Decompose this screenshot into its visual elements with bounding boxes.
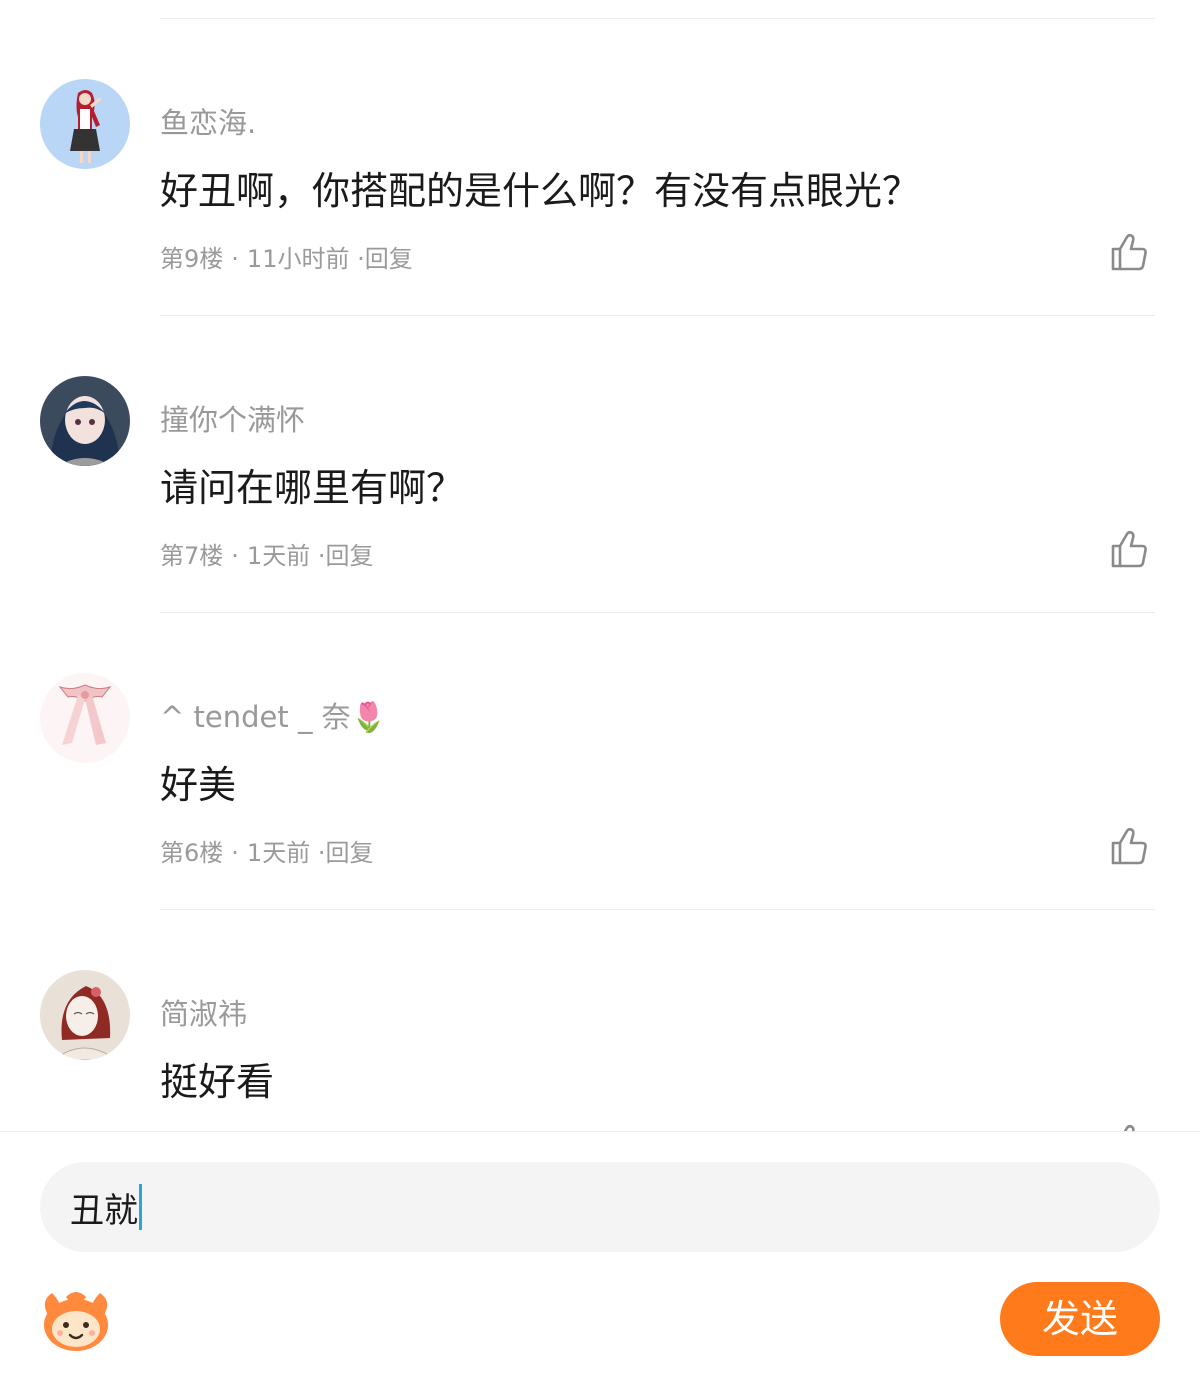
send-button[interactable]: 发送 [1000, 1282, 1160, 1356]
comment-item: 撞你个满怀 请问在哪里有啊？ 第7楼 · 1天前 ·回复 [0, 316, 1200, 613]
username[interactable]: 鱼恋海. [160, 105, 256, 141]
comment-meta: 第6楼 · 1天前 ·回复 [160, 837, 373, 869]
reply-link[interactable]: ·回复 [318, 839, 374, 867]
comment-item: ^ tendet _ 奈🌷 好美 第6楼 · 1天前 ·回复 [0, 613, 1200, 910]
like-button[interactable] [1108, 528, 1152, 572]
avatar-pink-bow-icon [40, 673, 130, 763]
comment-meta: 第9楼 · 11小时前 ·回复 [160, 243, 413, 275]
comment-text: 好丑啊，你搭配的是什么啊？有没有点眼光？ [160, 169, 921, 213]
text-caret [139, 1184, 142, 1230]
like-button[interactable] [1108, 825, 1152, 869]
comment-input-bar: 丑就 发送 [0, 1131, 1200, 1382]
floor-number: 第6楼 [160, 839, 224, 867]
tulip-emoji-icon: 🌷 [350, 700, 387, 734]
input-value: 丑就 [70, 1190, 138, 1231]
timestamp: 1天前 [246, 839, 311, 867]
timestamp: 11小时前 [246, 245, 350, 273]
comment-item: 鱼恋海. 好丑啊，你搭配的是什么啊？有没有点眼光？ 第9楼 · 11小时前 ·回复 [0, 19, 1200, 316]
reply-link[interactable]: ·回复 [357, 245, 413, 273]
floor-number: 第9楼 [160, 245, 224, 273]
reply-link[interactable]: ·回复 [318, 542, 374, 570]
meta-separator: · [231, 245, 239, 273]
thumbs-up-icon [1111, 233, 1147, 271]
avatar-blue-hair-girl-icon [40, 376, 130, 466]
comment-text: 好美 [160, 763, 237, 807]
comment-meta: 第7楼 · 1天前 ·回复 [160, 540, 373, 572]
comment-item: 简淑祎 挺好看 [0, 910, 1200, 1131]
username[interactable]: 撞你个满怀 [160, 402, 305, 438]
user-avatar[interactable] [40, 970, 130, 1060]
comment-text: 请问在哪里有啊？ [160, 466, 465, 510]
like-button[interactable] [1108, 1122, 1152, 1131]
username[interactable]: ^ tendet _ 奈🌷 [160, 699, 387, 735]
emoji-face-icon [44, 1292, 108, 1351]
comment-list[interactable]: 鱼恋海. 好丑啊，你搭配的是什么啊？有没有点眼光？ 第9楼 · 11小时前 ·回复 [0, 19, 1200, 1131]
timestamp: 1天前 [246, 542, 311, 570]
floor-number: 第7楼 [160, 542, 224, 570]
comment-text: 挺好看 [160, 1060, 275, 1104]
emoji-button[interactable] [38, 1285, 114, 1355]
like-button[interactable] [1108, 231, 1152, 275]
meta-separator: · [231, 839, 239, 867]
thumbs-up-icon [1111, 827, 1147, 865]
thumbs-up-icon [1123, 1124, 1135, 1131]
comment-input[interactable]: 丑就 [40, 1162, 1160, 1252]
user-avatar[interactable] [40, 79, 130, 169]
username-text: ^ tendet _ 奈 [160, 700, 351, 734]
meta-separator: · [231, 542, 239, 570]
avatar-red-hair-girl-icon [40, 79, 130, 169]
avatar-sketch-girl-icon [40, 970, 130, 1060]
user-avatar[interactable] [40, 376, 130, 466]
username[interactable]: 简淑祎 [160, 996, 247, 1032]
thumbs-up-icon [1111, 530, 1147, 568]
user-avatar[interactable] [40, 673, 130, 763]
